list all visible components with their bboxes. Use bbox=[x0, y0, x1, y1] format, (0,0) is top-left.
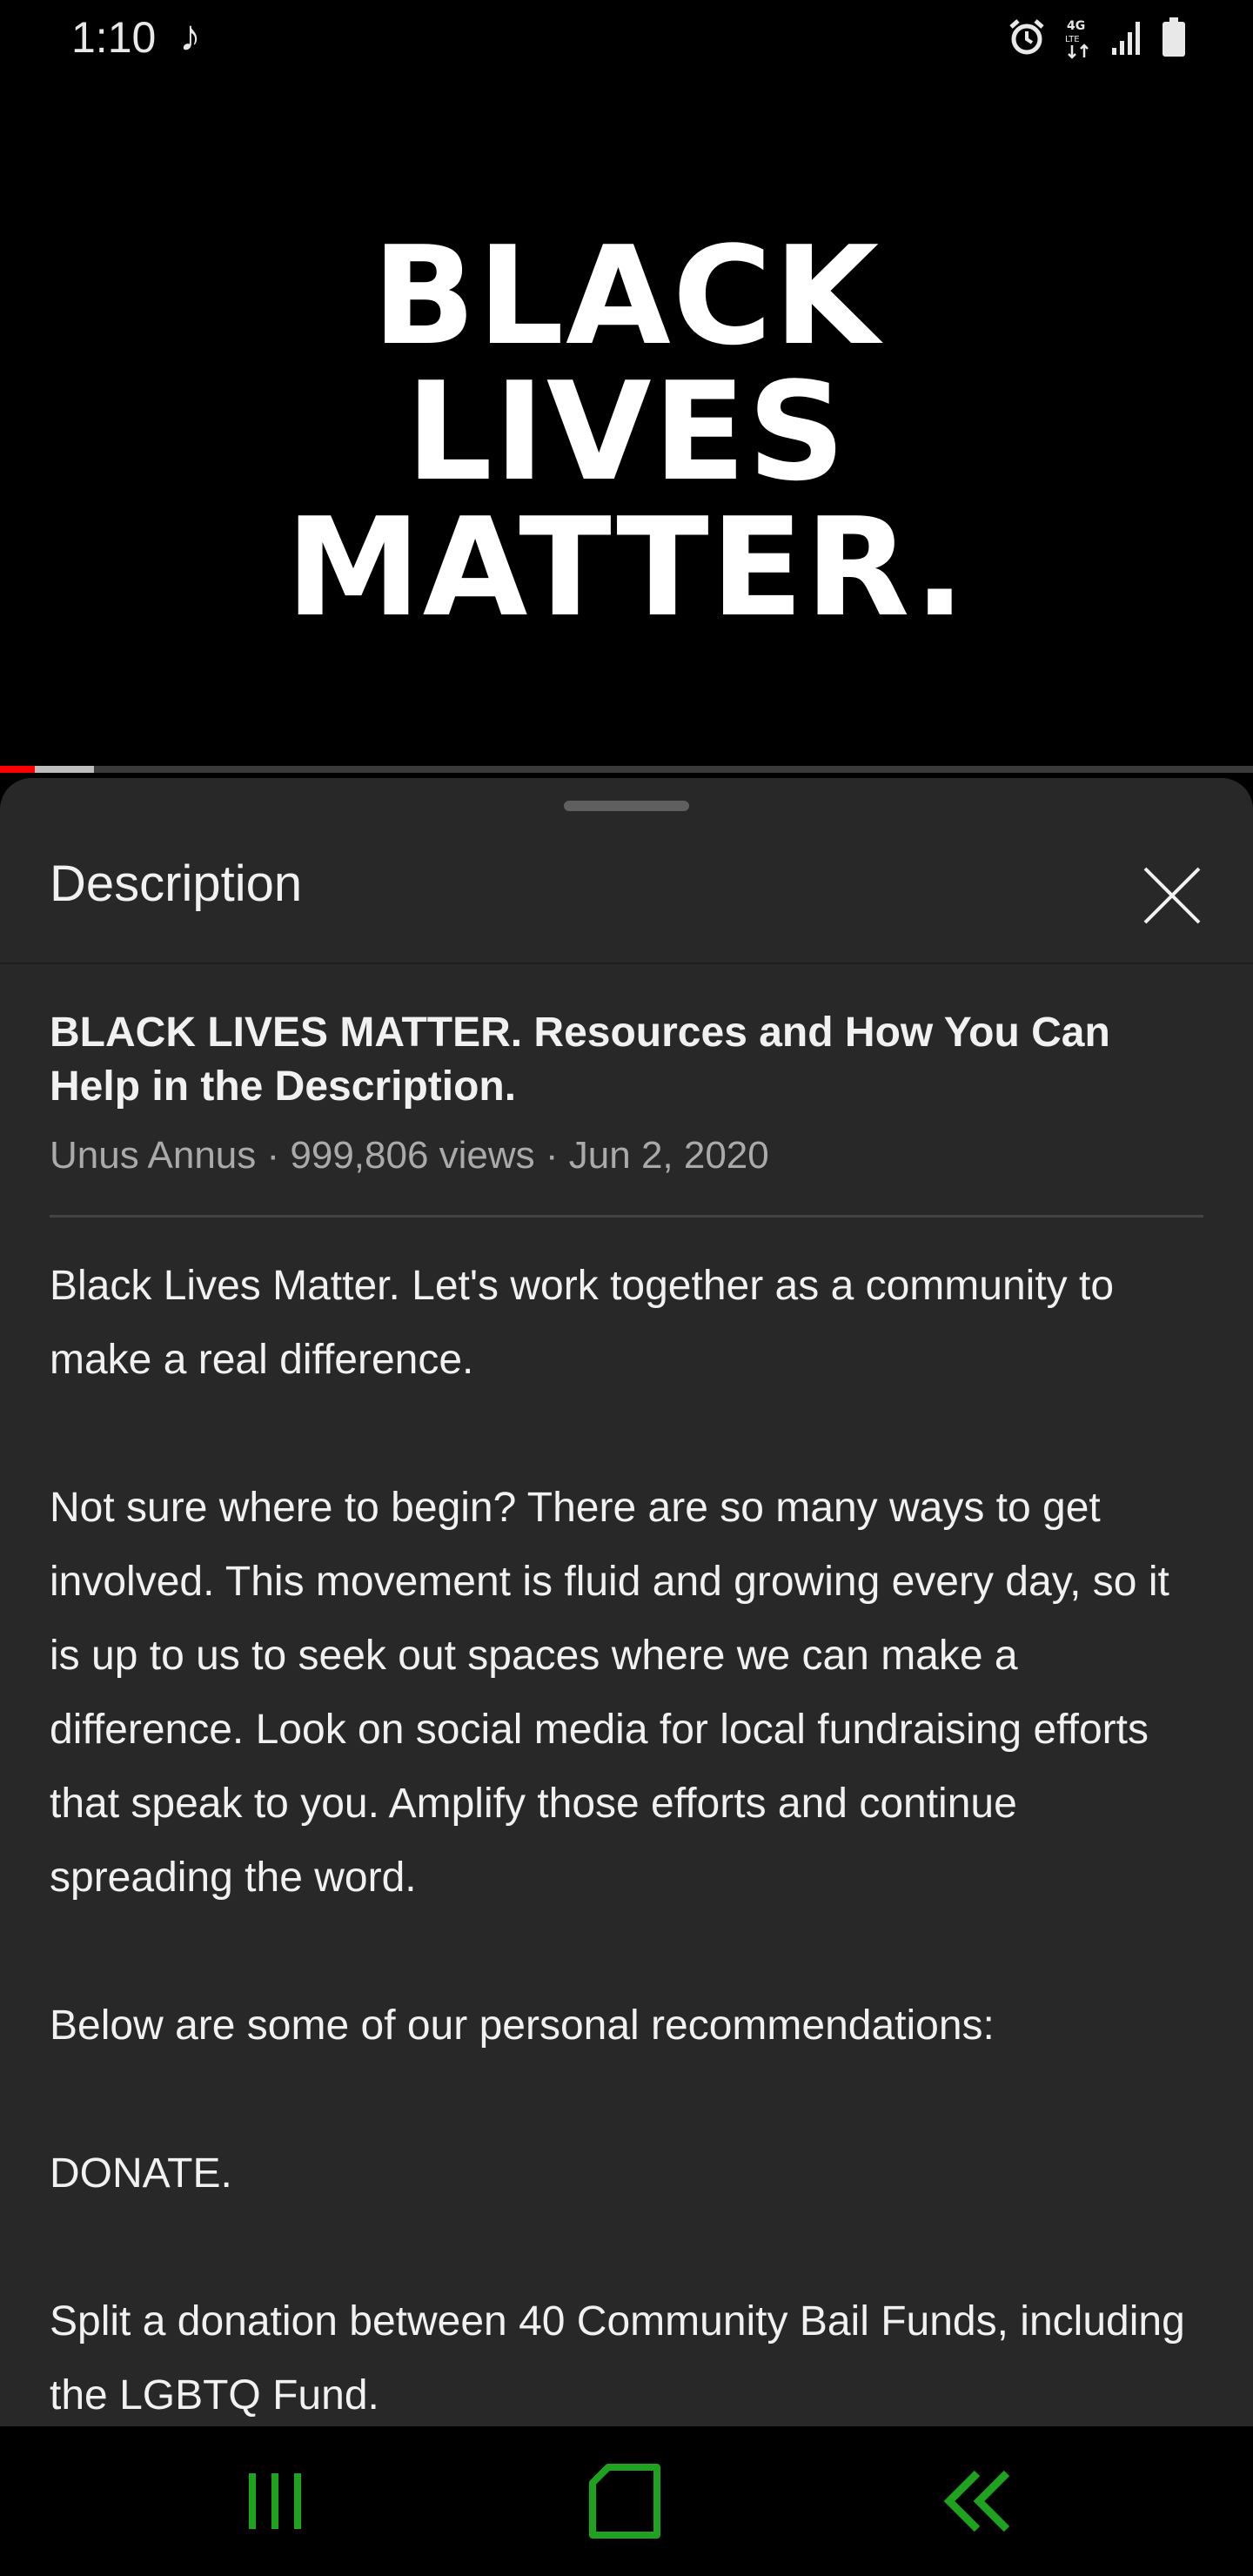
recent-apps-icon bbox=[249, 2473, 301, 2529]
home-button[interactable] bbox=[512, 2426, 738, 2576]
description-paragraph: Black Lives Matter. Let's work together … bbox=[50, 1263, 1115, 1383]
home-icon bbox=[589, 2464, 660, 2539]
status-bar: 1:10 ♪ 4G LTE bbox=[0, 0, 1253, 75]
video-progress-bar[interactable] bbox=[0, 766, 1253, 773]
progress-played bbox=[0, 766, 36, 773]
drag-handle[interactable] bbox=[564, 801, 689, 811]
status-icons: 4G LTE bbox=[1006, 16, 1187, 59]
signal-icon bbox=[1110, 18, 1145, 57]
alarm-icon bbox=[1006, 17, 1048, 58]
back-button[interactable] bbox=[865, 2426, 1091, 2576]
video-player[interactable]: BLACK LIVES MATTER. bbox=[0, 75, 1253, 771]
divider bbox=[50, 1215, 1203, 1218]
back-icon bbox=[943, 2470, 1010, 2532]
description-text: Black Lives Matter. Let's work together … bbox=[50, 1249, 1203, 2426]
description-paragraph: Below are some of our personal recommend… bbox=[50, 2002, 995, 2049]
video-title: BLACK LIVES MATTER. Resources and How Yo… bbox=[50, 1010, 1110, 1110]
video-overlay-text-line-3: MATTER. bbox=[285, 488, 968, 647]
music-note-icon: ♪ bbox=[179, 11, 201, 60]
svg-text:LTE: LTE bbox=[1065, 35, 1080, 44]
sheet-title: Description bbox=[50, 855, 303, 912]
svg-text:4G: 4G bbox=[1067, 19, 1085, 33]
description-paragraph: DONATE. bbox=[50, 2150, 232, 2197]
description-sheet: Description BLACK LIVES MATTER. Resource… bbox=[0, 778, 1253, 2426]
sheet-header: Description bbox=[0, 778, 1253, 964]
4g-lte-data-icon: 4G LTE bbox=[1063, 16, 1095, 59]
close-icon bbox=[1143, 867, 1201, 924]
status-time: 1:10 bbox=[71, 13, 157, 62]
recent-apps-button[interactable] bbox=[162, 2426, 388, 2576]
description-paragraph: Not sure where to begin? There are so ma… bbox=[50, 1485, 1169, 1901]
description-content: BLACK LIVES MATTER. Resources and How Yo… bbox=[50, 1006, 1203, 2426]
video-overlay-text-line-2: LIVES bbox=[405, 352, 848, 511]
description-paragraph: Split a donation between 40 Community Ba… bbox=[50, 2298, 1185, 2418]
video-overlay-text-line-1: BLACK bbox=[372, 217, 881, 375]
video-meta: Unus Annus · 999,806 views · Jun 2, 2020 bbox=[50, 1134, 769, 1177]
close-button[interactable] bbox=[1135, 858, 1209, 933]
battery-icon bbox=[1161, 17, 1187, 57]
navigation-bar bbox=[0, 2426, 1253, 2576]
